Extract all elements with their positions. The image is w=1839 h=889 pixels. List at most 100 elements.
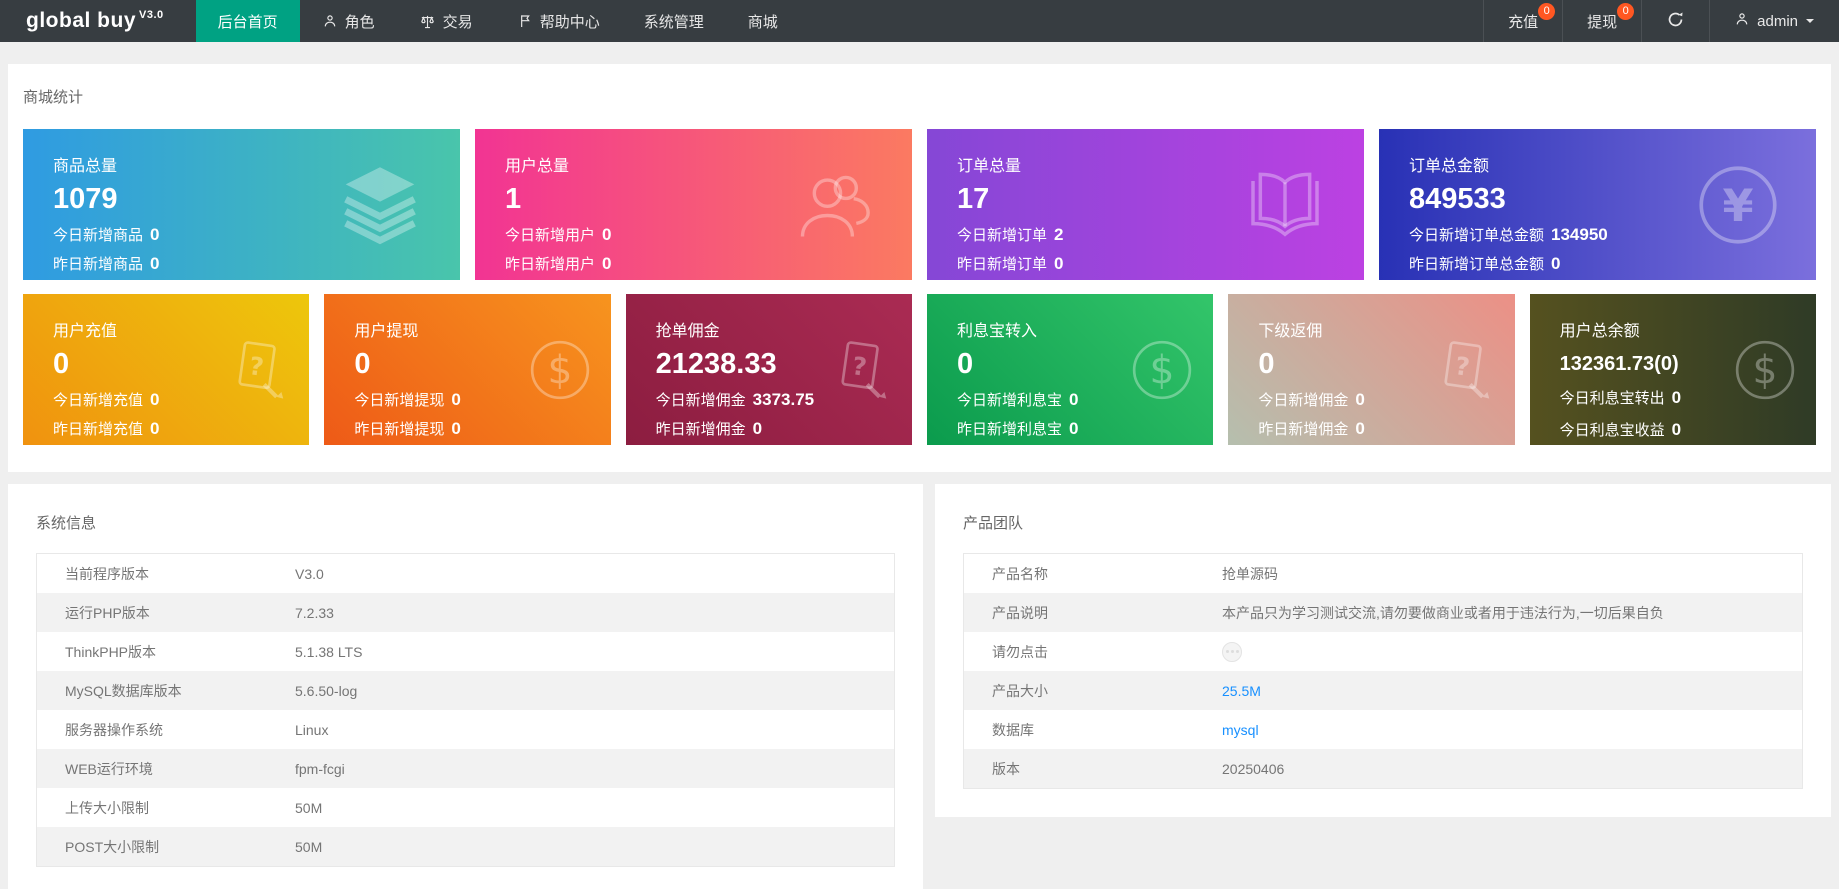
stat-line-label: 今日利息宝收益 bbox=[1559, 422, 1665, 439]
table-row: 产品名称 抢单源码 bbox=[964, 554, 1802, 593]
row-value: 抢单源码 bbox=[1222, 565, 1278, 582]
stat-line-value: 0 bbox=[150, 419, 160, 438]
row-label: 产品说明 bbox=[992, 604, 1048, 621]
row-value: 7.2.33 bbox=[295, 604, 334, 621]
row-value: fpm-fcgi bbox=[295, 760, 345, 777]
svg-text:$: $ bbox=[547, 348, 572, 393]
product-size-link[interactable]: 25.5M bbox=[1222, 683, 1271, 699]
nav-item-mall-label: 商城 bbox=[747, 13, 778, 31]
dollar-circle-icon: $ bbox=[527, 337, 593, 403]
layers-icon bbox=[336, 165, 424, 245]
dollar-circle-icon: $ bbox=[1732, 337, 1798, 403]
nav-item-roles[interactable]: 角色 bbox=[300, 0, 397, 42]
stat-line-label: 今日新增订单总金额 bbox=[1409, 227, 1545, 244]
caret-down-icon bbox=[1805, 13, 1815, 30]
row-label: POST大小限制 bbox=[65, 838, 160, 855]
stat-line-value: 0 bbox=[150, 390, 160, 409]
stat-card-total-goods: 商品总量 1079 今日新增商品 0 昨日新增商品 0 bbox=[23, 129, 460, 280]
system-info-panel: 系统信息 当前程序版本 V3.0 运行PHP版本 7.2.33 ThinkPHP版本… bbox=[8, 484, 923, 889]
table-row: 服务器操作系统 Linux bbox=[37, 710, 894, 749]
stat-line-value: 0 bbox=[1069, 390, 1079, 409]
stat-line-value: 134950 bbox=[1551, 225, 1608, 244]
stat-card-grab-commission: 抢单佣金 21238.33 今日新增佣金 3373.75 昨日新增佣金 0 ? bbox=[625, 294, 912, 445]
nav-item-trade-label: 交易 bbox=[442, 13, 473, 31]
table-row: 版本 20250406 bbox=[964, 749, 1802, 788]
table-row: 运行PHP版本 7.2.33 bbox=[37, 593, 894, 632]
yen-circle-icon: ¥ bbox=[1696, 163, 1780, 247]
table-row: 当前程序版本 V3.0 bbox=[37, 554, 894, 593]
row-value: V3.0 bbox=[295, 565, 324, 582]
nav-item-help-center[interactable]: 帮助中心 bbox=[495, 0, 622, 42]
stat-line-label: 昨日新增利息宝 bbox=[956, 421, 1062, 438]
stat-line-label: 昨日新增用户 bbox=[505, 256, 596, 273]
stat-card-total-users: 用户总量 1 今日新增用户 0 昨日新增用户 0 bbox=[475, 129, 912, 280]
nav-item-mall[interactable]: 商城 bbox=[726, 0, 800, 42]
row-label: 产品名称 bbox=[992, 565, 1048, 582]
nav-item-dashboard[interactable]: 后台首页 bbox=[195, 0, 300, 42]
row-value: 20250406 bbox=[1222, 760, 1285, 777]
nav-item-dashboard-label: 后台首页 bbox=[217, 13, 278, 31]
table-row: 请勿点击 bbox=[964, 632, 1802, 671]
withdraw-badge: 0 bbox=[1617, 3, 1635, 20]
nav-item-system-manage[interactable]: 系统管理 bbox=[622, 0, 726, 42]
stat-line-value: 0 bbox=[150, 225, 160, 244]
recharge-badge: 0 bbox=[1538, 3, 1556, 20]
doc-question-icon: ? bbox=[828, 337, 894, 403]
row-label: 版本 bbox=[992, 760, 1020, 777]
stat-line-label: 今日新增商品 bbox=[53, 227, 144, 244]
row-label: 服务器操作系统 bbox=[65, 721, 163, 738]
user-menu[interactable]: admin bbox=[1709, 0, 1839, 42]
recharge-button[interactable]: 充值 0 bbox=[1483, 0, 1562, 42]
stat-line-label: 昨日新增订单 bbox=[957, 256, 1048, 273]
table-row: WEB运行环境 fpm-fcgi bbox=[37, 749, 894, 788]
row-label: 当前程序版本 bbox=[65, 565, 149, 582]
svg-text:$: $ bbox=[1753, 348, 1778, 393]
product-team-title: 产品团队 bbox=[963, 515, 1024, 532]
navbar-right: 充值 0 提现 0 admin bbox=[1483, 0, 1839, 42]
top-navbar: global buy V3.0 后台首页 角色 交易 帮助中心 系统管理 商城 充… bbox=[0, 0, 1839, 42]
doc-question-icon: ? bbox=[225, 337, 291, 403]
stat-line-label: 今日新增佣金 bbox=[655, 392, 746, 409]
stat-line-label: 昨日新增提现 bbox=[354, 421, 445, 438]
database-link[interactable]: mysql bbox=[1222, 722, 1269, 738]
do-not-click-icon[interactable] bbox=[1222, 641, 1242, 662]
product-team-panel: 产品团队 产品名称 抢单源码 产品说明 本产品只为学习测试交流,请勿要做商业或者用于… bbox=[935, 484, 1831, 817]
stat-line-value: 3373.75 bbox=[752, 390, 815, 409]
row-label: 运行PHP版本 bbox=[65, 604, 150, 621]
nav-item-trade[interactable]: 交易 bbox=[397, 0, 495, 42]
row-value: 本产品只为学习测试交流,请勿要做商业或者用于违法行为,一切后果自负 bbox=[1222, 604, 1664, 621]
svg-text:?: ? bbox=[248, 351, 266, 382]
table-row: 上传大小限制 50M bbox=[37, 788, 894, 827]
stats-row-1: 商品总量 1079 今日新增商品 0 昨日新增商品 0 用户总量 1 今日新增用户 0… bbox=[23, 129, 1816, 280]
product-team-table: 产品名称 抢单源码 产品说明 本产品只为学习测试交流,请勿要做商业或者用于违法行为,… bbox=[963, 553, 1803, 789]
row-value: 50M bbox=[295, 838, 323, 855]
refresh-button[interactable] bbox=[1641, 0, 1709, 42]
stat-card-order-amount: 订单总金额 849533 今日新增订单总金额 134950 昨日新增订单总金额 0 … bbox=[1379, 129, 1816, 280]
row-value: 5.6.50-log bbox=[295, 682, 358, 699]
table-row: POST大小限制 50M bbox=[37, 827, 894, 866]
row-label: 请勿点击 bbox=[992, 643, 1048, 660]
app-version: V3.0 bbox=[139, 9, 164, 21]
stat-line-value: 0 bbox=[602, 225, 612, 244]
stat-line-label: 昨日新增佣金 bbox=[655, 421, 746, 438]
row-label: WEB运行环境 bbox=[65, 760, 153, 777]
table-row: 产品大小 25.5M bbox=[964, 671, 1802, 710]
stat-line-label: 今日新增充值 bbox=[53, 392, 144, 409]
stat-line-value: 0 bbox=[1355, 390, 1365, 409]
stat-line-value: 0 bbox=[451, 419, 461, 438]
system-info-title: 系统信息 bbox=[36, 515, 97, 532]
stat-line-value: 0 bbox=[1551, 254, 1561, 273]
withdraw-button[interactable]: 提现 0 bbox=[1562, 0, 1641, 42]
table-row: ThinkPHP版本 5.1.38 LTS bbox=[37, 632, 894, 671]
app-logo: global buy V3.0 bbox=[0, 0, 196, 42]
stats-panel-title: 商城统计 bbox=[23, 89, 84, 106]
username: admin bbox=[1757, 12, 1798, 30]
stat-line-value: 0 bbox=[1671, 388, 1682, 407]
bottom-section: 系统信息 当前程序版本 V3.0 运行PHP版本 7.2.33 ThinkPHP版本… bbox=[8, 484, 1831, 889]
stat-line-value: 2 bbox=[1054, 225, 1064, 244]
svg-text:?: ? bbox=[1453, 351, 1471, 382]
app-logo-text: global buy bbox=[26, 9, 136, 32]
stat-line-label: 今日新增利息宝 bbox=[956, 392, 1062, 409]
user-icon bbox=[1734, 11, 1750, 31]
nav-item-roles-label: 角色 bbox=[344, 13, 375, 31]
